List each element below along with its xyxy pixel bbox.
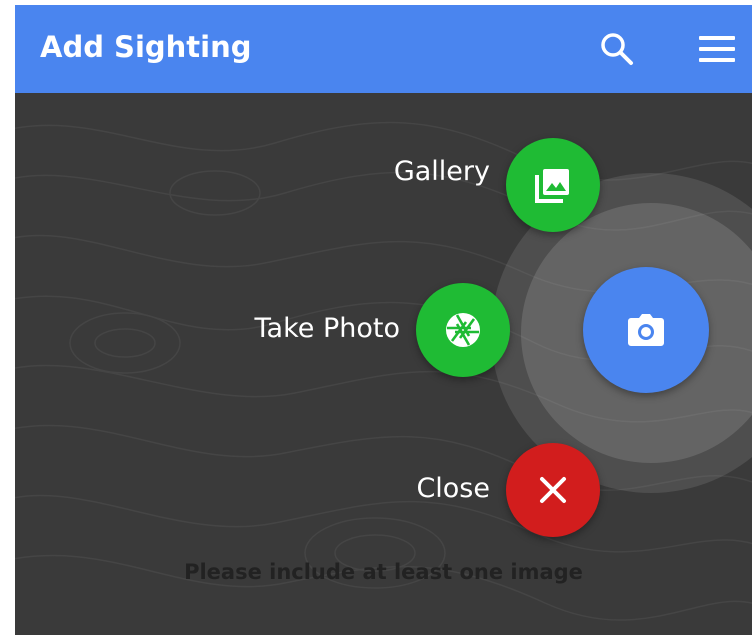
close-icon — [540, 477, 566, 503]
take-photo-label[interactable]: Take Photo — [255, 311, 400, 347]
close-button[interactable] — [506, 443, 600, 537]
gallery-button[interactable] — [506, 138, 600, 232]
camera-fab-button[interactable] — [583, 267, 709, 393]
gallery-icon — [535, 169, 569, 203]
camera-shutter-icon — [446, 313, 480, 347]
gallery-label[interactable]: Gallery — [394, 154, 490, 190]
close-label[interactable]: Close — [416, 471, 490, 507]
app-screen: Add Sighting Gallery Take Photo Close Pl… — [15, 5, 752, 635]
camera-icon — [628, 314, 664, 346]
page-title: Add Sighting — [40, 30, 252, 64]
menu-icon — [699, 36, 735, 62]
app-bar: Add Sighting — [15, 5, 752, 93]
image-required-hint: Please include at least one image — [184, 560, 583, 584]
search-button[interactable] — [595, 27, 639, 71]
menu-button[interactable] — [695, 27, 739, 71]
take-photo-button[interactable] — [416, 283, 510, 377]
search-icon — [601, 33, 633, 65]
